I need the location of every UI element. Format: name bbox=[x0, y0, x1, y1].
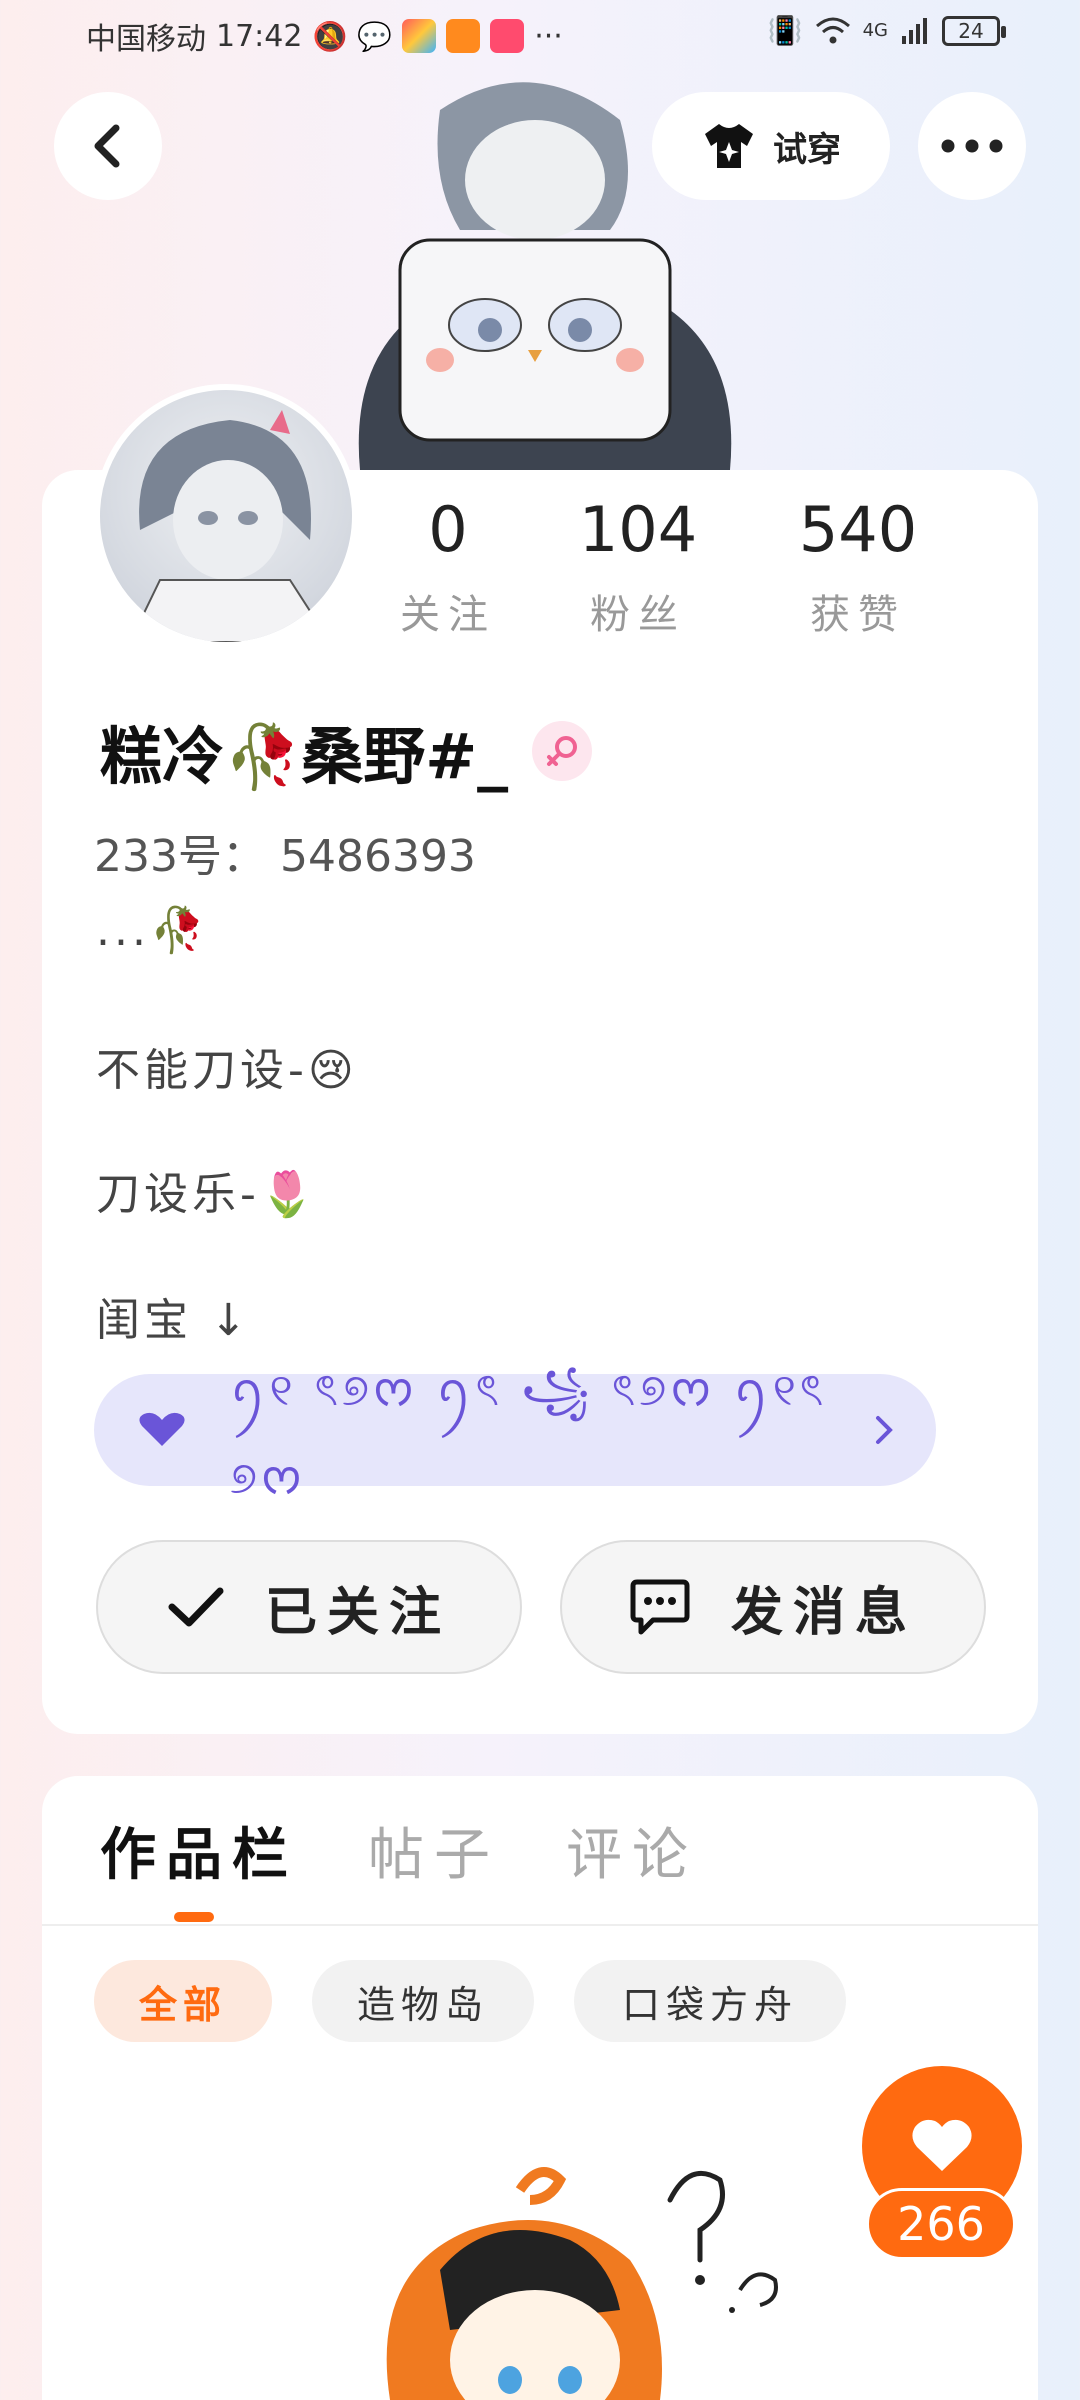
like-count: 266 bbox=[866, 2188, 1016, 2260]
likes-count: 540 bbox=[798, 493, 918, 566]
user-id[interactable]: 233号： 5486393 bbox=[94, 820, 476, 884]
active-tab-indicator bbox=[174, 1912, 214, 1922]
checkmark-icon bbox=[168, 1587, 224, 1627]
bio-line-1: ...🥀 bbox=[96, 905, 209, 956]
send-message-button[interactable]: 发消息 bbox=[560, 1540, 986, 1674]
followers-label: 粉丝 bbox=[590, 592, 686, 638]
signal-icon bbox=[902, 17, 927, 44]
decoration-text: ꪆ୧ ৎ୭ᰔ ꪆৎ ꧁ ৎ୭ᰔ ꪆ୧ৎ ୭ᰔ bbox=[230, 1364, 828, 1504]
tab-works[interactable]: 作品栏 bbox=[100, 1810, 298, 1891]
back-button[interactable] bbox=[54, 92, 162, 200]
stat-followers[interactable]: 104 粉丝 bbox=[528, 490, 748, 640]
work-thumbnail[interactable] bbox=[330, 2150, 850, 2400]
heart-wing-icon bbox=[139, 1412, 185, 1446]
battery-indicator: 24 bbox=[942, 15, 1006, 46]
following-count: 0 bbox=[428, 493, 468, 566]
back-arrow-icon bbox=[94, 124, 120, 168]
vibrate-icon: 📳 bbox=[767, 14, 803, 47]
carrier-label: 中国移动 bbox=[86, 22, 206, 57]
decoration-banner[interactable]: ꪆ୧ ৎ୭ᰔ ꪆৎ ꧁ ৎ୭ᰔ ꪆ୧ৎ ୭ᰔ bbox=[94, 1365, 936, 1504]
try-on-button[interactable]: 试穿 bbox=[652, 92, 890, 200]
alarm-off-icon: 🔕 bbox=[312, 19, 348, 53]
avatar[interactable] bbox=[94, 384, 358, 648]
tab-posts[interactable]: 帖子 bbox=[368, 1810, 500, 1891]
status-left: 中国移动 17:42 🔕 💬 ··· bbox=[86, 14, 563, 58]
send-message-label: 发消息 bbox=[730, 1582, 917, 1643]
network-type-label: 4G bbox=[862, 20, 888, 41]
bio-line-3: 刀设乐-🌷 bbox=[96, 1169, 319, 1220]
tab-comments[interactable]: 评论 bbox=[566, 1810, 698, 1891]
bio-line-2: 不能刀设-😢 bbox=[96, 1045, 358, 1096]
chevron-right-icon bbox=[876, 1416, 893, 1444]
stat-likes[interactable]: 540 获赞 bbox=[748, 490, 968, 640]
likes-label: 获赞 bbox=[810, 592, 906, 638]
message-bubble-icon bbox=[630, 1579, 690, 1635]
more-dots-icon bbox=[941, 139, 1003, 153]
profile-stats: 0 关注 104 粉丝 540 获赞 bbox=[368, 490, 988, 640]
filter-pocket-ark[interactable]: 口袋方舟 bbox=[574, 1960, 846, 2042]
more-options-button[interactable] bbox=[918, 92, 1026, 200]
app-notification-icon bbox=[402, 19, 437, 53]
wechat-icon: 💬 bbox=[357, 19, 393, 53]
username: 糕冷🥀桑野#_ bbox=[100, 720, 509, 793]
following-button-label: 已关注 bbox=[264, 1582, 451, 1643]
status-right: 📳 4G 24 bbox=[767, 14, 1006, 47]
game-app-icon bbox=[490, 19, 525, 53]
heart-icon bbox=[912, 2119, 972, 2171]
filter-all[interactable]: 全部 bbox=[94, 1960, 272, 2042]
followers-count: 104 bbox=[578, 493, 698, 566]
female-gender-icon bbox=[532, 721, 593, 781]
try-on-label: 试穿 bbox=[773, 129, 841, 170]
wifi-icon bbox=[815, 17, 850, 43]
following-button[interactable]: 已关注 bbox=[96, 1540, 522, 1674]
video-app-icon bbox=[446, 19, 481, 53]
tab-divider bbox=[42, 1924, 1038, 1926]
tshirt-icon bbox=[705, 124, 753, 168]
following-label: 关注 bbox=[400, 592, 496, 638]
more-notifications-icon: ··· bbox=[534, 18, 563, 54]
stat-following[interactable]: 0 关注 bbox=[368, 490, 528, 640]
username-row: 糕冷🥀桑野#_ bbox=[100, 706, 593, 796]
filter-creation-island[interactable]: 造物岛 bbox=[312, 1960, 534, 2042]
bio-line-4: 闺宝 ↓ bbox=[96, 1295, 251, 1346]
avatar-image bbox=[128, 410, 332, 642]
time-label: 17:42 bbox=[216, 18, 303, 54]
